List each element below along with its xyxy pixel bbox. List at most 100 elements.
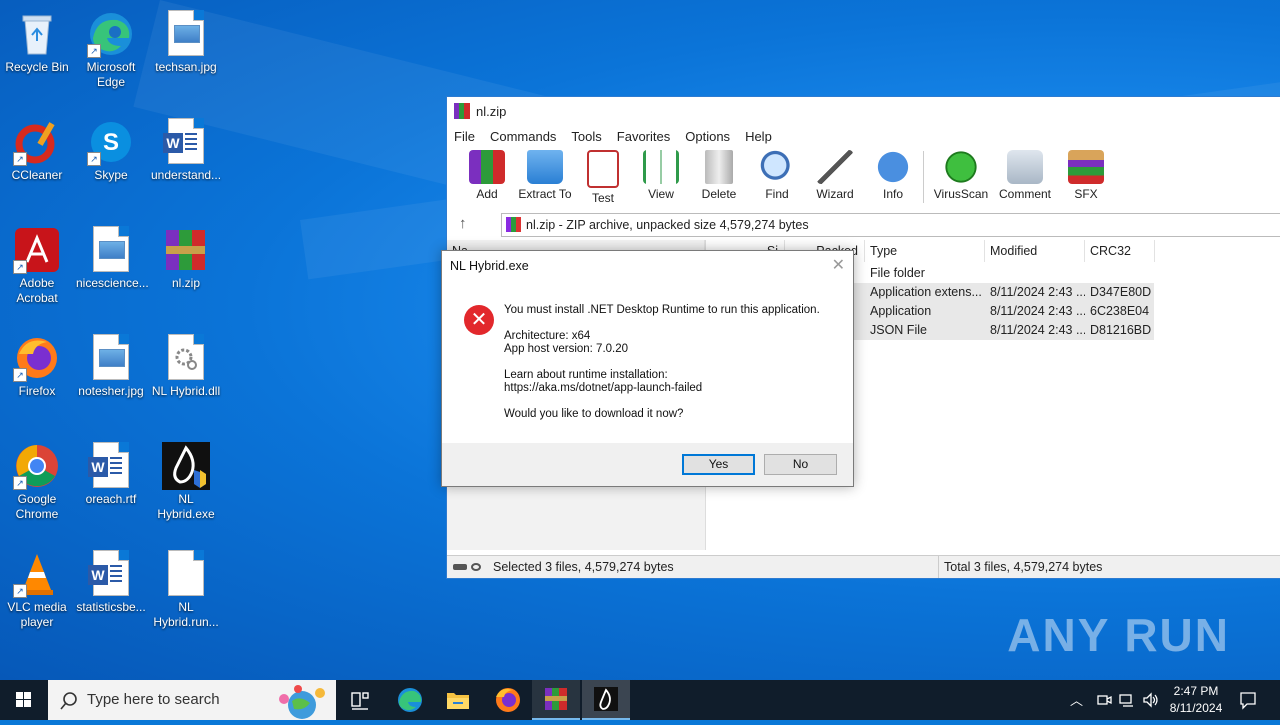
taskbar-search[interactable]: Type here to search [48,680,336,720]
desktop-icon-notesher[interactable]: notesher.jpg [74,328,148,399]
menubar: File Commands Tools Favorites Options He… [447,125,1280,147]
virus-icon [943,150,979,184]
menu-commands[interactable]: Commands [483,129,564,144]
desktop-icon-label: Firefox [18,384,56,398]
message-line: You must install .NET Desktop Runtime to… [504,304,820,316]
message-line: Learn about runtime installation: [504,369,668,381]
extract-to-button[interactable]: Extract To [517,147,573,201]
desktop-icon-techsan[interactable]: techsan.jpg [149,4,223,75]
window-title: nl.zip [476,103,507,119]
comment-button[interactable]: Comment [994,147,1056,201]
desktop-icon-nl-hybrid-exe[interactable]: NL Hybrid.exe [149,436,223,522]
desktop-icon-nl-zip[interactable]: nl.zip [149,220,223,291]
add-archive-icon [469,150,505,184]
up-arrow-icon[interactable]: ↑ [459,215,467,232]
info-button[interactable]: Info [865,147,921,201]
menu-options[interactable]: Options [678,129,738,144]
wizard-button[interactable]: Wizard [807,147,863,201]
add-button[interactable]: Add [459,147,515,201]
taskbar-file-explorer[interactable] [434,680,482,720]
desktop-icon-label: oreach.rtf [85,492,137,506]
row-modified: 8/11/2024 2:43 ... [990,323,1085,337]
window-titlebar[interactable]: nl.zip [447,97,1280,125]
runtime-error-dialog[interactable]: NL Hybrid.exe ✕ ✕ You must install .NET … [441,250,854,487]
taskbar-nl-hybrid[interactable] [582,680,630,720]
sfx-label: SFX [1074,187,1098,201]
desktop-icon-microsoft-edge[interactable]: ↗ Microsoft Edge [74,4,148,90]
desktop-icon-recycle-bin[interactable]: Recycle Bin [0,4,74,75]
desktop-icon-firefox[interactable]: ↗ Firefox [0,328,74,399]
chevron-up-icon[interactable]: ︿ [1070,690,1083,709]
folder-icon [527,150,563,184]
archive-icon [506,217,521,232]
desktop-icon-statisticsbe[interactable]: W statisticsbe... [74,544,148,615]
virusscan-button[interactable]: VirusScan [930,147,992,201]
clock-date: 8/11/2024 [1169,701,1223,715]
search-input[interactable]: Type here to search [87,691,220,708]
watermark: ANY RUN [1007,609,1230,661]
edge-icon [398,688,422,712]
desktop-icon-nl-hybrid-runtime[interactable]: NL Hybrid.run... [149,544,223,630]
column-header-crc32[interactable]: CRC32 [1085,240,1155,262]
find-button[interactable]: Find [749,147,805,201]
message-line: App host version: 7.0.20 [504,343,629,355]
sfx-box-icon [1068,150,1104,184]
delete-button[interactable]: Delete [691,147,747,201]
no-button[interactable]: No [764,454,837,475]
trash-icon [705,150,733,184]
desktop-icon-label: notesher.jpg [78,384,144,398]
row-type: Application [870,304,932,318]
menu-help[interactable]: Help [738,129,780,144]
image-file-icon [168,10,204,56]
test-button[interactable]: Test [575,147,631,205]
desktop-icon-label: statisticsbe... [76,600,146,614]
desktop-icon-label: Adobe Acrobat [16,276,58,305]
yes-button[interactable]: Yes [682,454,755,475]
desktop-icon-vlc[interactable]: ↗ VLC media player [0,544,74,630]
network-icon[interactable] [1119,692,1135,708]
message-line: Would you like to download it now? [504,408,684,420]
row-modified: 8/11/2024 2:43 ... [990,285,1085,299]
clock[interactable]: 2:47 PM 8/11/2024 [1162,683,1230,717]
dll-file-icon [168,334,204,380]
notification-icon[interactable] [1238,690,1258,710]
virusscan-label: VirusScan [933,187,989,201]
column-header-type[interactable]: Type [865,240,985,262]
menu-tools[interactable]: Tools [564,129,609,144]
menu-favorites[interactable]: Favorites [610,129,678,144]
desktop-icon-understand[interactable]: W understand... [149,112,223,183]
close-icon[interactable]: ✕ [832,255,845,275]
desktop-icon-label: CCleaner [11,168,63,182]
desktop-icon-label: Google Chrome [15,492,59,521]
recycle-bin-icon [22,15,52,55]
nl-hybrid-app-icon [162,442,210,490]
add-label: Add [476,187,498,201]
image-file-icon [93,226,129,272]
desktop-icon-label: NL Hybrid.dll [151,384,221,398]
desktop-icon-skype[interactable]: S ↗ Skype [74,112,148,183]
menu-file[interactable]: File [447,129,483,144]
taskbar-firefox[interactable] [484,680,532,720]
archive-path-text: nl.zip - ZIP archive, unpacked size 4,57… [526,218,809,232]
task-view-button[interactable] [336,680,384,720]
view-button[interactable]: View [633,147,689,201]
sfx-button[interactable]: SFX [1058,147,1114,201]
desktop-icon-nicescience[interactable]: nicescience... [74,220,149,291]
view-label: View [648,187,674,201]
meet-now-icon[interactable] [1096,692,1112,708]
desktop-icon-nl-hybrid-dll[interactable]: NL Hybrid.dll [149,328,223,399]
archive-path[interactable]: nl.zip - ZIP archive, unpacked size 4,57… [501,213,1280,237]
column-header-modified[interactable]: Modified [985,240,1085,262]
volume-icon[interactable] [1142,692,1160,708]
taskbar-winrar[interactable] [532,680,580,720]
drive-icon [453,564,467,570]
desktop-icon-google-chrome[interactable]: ↗ Google Chrome [0,436,74,522]
start-button[interactable] [0,680,48,720]
toolbar: Add Extract To Test View Delete Find Wiz… [447,147,1280,207]
taskbar-edge[interactable] [386,680,434,720]
desktop-icon-ccleaner[interactable]: ↗ CCleaner [0,112,74,183]
desktop-icon-oreach[interactable]: W oreach.rtf [74,436,148,507]
dialog-title: NL Hybrid.exe [450,259,529,273]
task-view-icon [351,692,369,710]
desktop-icon-adobe-acrobat[interactable]: ↗ Adobe Acrobat [0,220,74,306]
